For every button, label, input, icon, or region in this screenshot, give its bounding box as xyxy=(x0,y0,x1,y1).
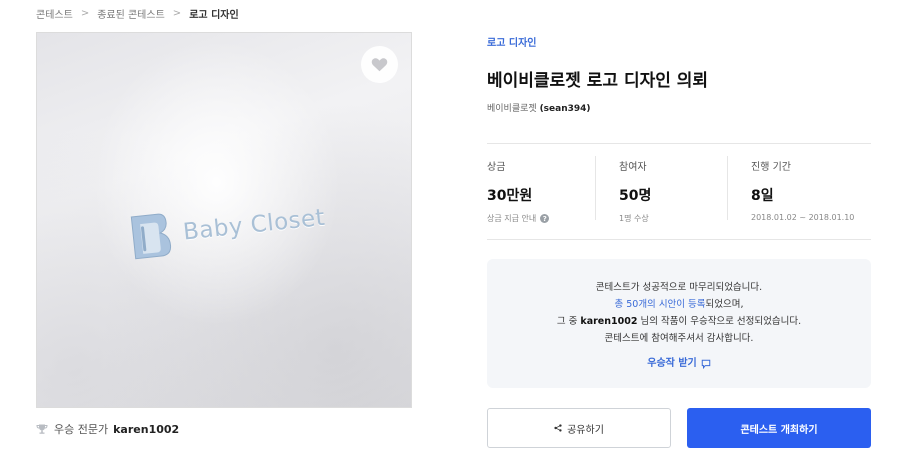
breadcrumb: 콘테스트 > 종료된 콘테스트 > 로고 디자인 xyxy=(36,6,239,21)
stat-participants-label: 참여자 xyxy=(619,162,647,173)
baby-closet-logo: Baby Closet xyxy=(127,193,328,263)
notice-line-3: 그 중 karen1002 님의 작품이 우승작으로 선정되었습니다. xyxy=(487,313,871,330)
breadcrumb-item-contest[interactable]: 콘테스트 xyxy=(36,6,73,21)
contest-title: 베이비클로젯 로고 디자인 의뢰 xyxy=(487,71,709,91)
contest-category[interactable]: 로고 디자인 xyxy=(487,34,536,49)
host-contest-button[interactable]: 콘테스트 개최하기 xyxy=(687,408,871,448)
logo-text: Baby Closet xyxy=(181,204,327,246)
winner-info: 우승 전문가 karen1002 xyxy=(36,421,179,437)
notice-line-3-pre: 그 중 xyxy=(556,316,581,327)
stat-prize-label: 상금 xyxy=(487,162,506,173)
get-winning-work-label: 우승작 받기 xyxy=(647,358,697,369)
logo-mark-icon xyxy=(130,213,172,260)
stat-participants: 참여자 50명 1명 수상 xyxy=(595,144,739,239)
owner-id: (sean394) xyxy=(539,104,591,114)
favorite-button[interactable] xyxy=(361,46,398,83)
notice-line-1: 콘테스트가 성공적으로 마무리되었습니다. xyxy=(595,282,763,293)
notice-line-2-rest: 되었으며, xyxy=(705,299,744,310)
breadcrumb-item-current: 로고 디자인 xyxy=(189,9,239,21)
notice-line-4: 콘테스트에 참여해주셔서 감사합니다. xyxy=(604,333,754,344)
notice-line-2: 총 50개의 시안이 등록되었으며, xyxy=(487,296,871,313)
submissions-link[interactable]: 총 50개의 시안이 등록 xyxy=(614,299,705,310)
share-icon xyxy=(554,424,562,432)
share-button[interactable]: 공유하기 xyxy=(487,408,671,448)
chevron-right-icon: > xyxy=(80,7,90,19)
contest-winning-image[interactable]: Baby Closet xyxy=(36,32,412,408)
winner-label: 우승 전문가 xyxy=(54,423,109,436)
speech-bubble-icon xyxy=(701,359,710,369)
contest-owner: 베이비클로젯 (sean394) xyxy=(487,101,591,114)
owner-name: 베이비클로젯 xyxy=(487,104,537,114)
stat-prize: 상금 30만원 상금 지급 안내 ? xyxy=(487,144,607,239)
prize-payment-info[interactable]: 상금 지급 안내 ? xyxy=(487,213,607,224)
notice-winner-name: karen1002 xyxy=(580,316,638,327)
prize-payment-info-label: 상금 지급 안내 xyxy=(487,214,537,223)
question-icon[interactable]: ? xyxy=(540,214,550,223)
contest-stats: 상금 30만원 상금 지급 안내 ? 참여자 50명 1명 수상 진행 기간 8… xyxy=(487,143,871,240)
breadcrumb-item-ended[interactable]: 종료된 콘테스트 xyxy=(97,6,165,21)
stat-duration: 진행 기간 8일 2018.01.02 ~ 2018.01.10 xyxy=(727,144,871,239)
stat-participants-value: 50명 xyxy=(619,188,652,204)
share-button-label: 공유하기 xyxy=(567,424,604,436)
get-winning-work-link[interactable]: 우승작 받기 xyxy=(647,355,710,372)
stat-prize-value: 30만원 xyxy=(487,188,533,204)
stat-duration-dates: 2018.01.02 ~ 2018.01.10 xyxy=(751,213,855,222)
stat-duration-value: 8일 xyxy=(751,188,774,204)
notice-line-3-post: 님의 작품이 우승작으로 선정되었습니다. xyxy=(637,316,802,327)
contest-result-notice: 콘테스트가 성공적으로 마무리되었습니다. 총 50개의 시안이 등록되었으며,… xyxy=(487,259,871,388)
heart-icon xyxy=(371,58,388,72)
chevron-right-icon: > xyxy=(172,7,182,19)
stat-duration-label: 진행 기간 xyxy=(751,162,791,173)
host-contest-button-label: 콘테스트 개최하기 xyxy=(740,424,818,436)
stat-participants-sub: 1명 수상 xyxy=(619,214,649,223)
winner-name[interactable]: karen1002 xyxy=(113,423,179,436)
trophy-icon xyxy=(36,424,48,434)
